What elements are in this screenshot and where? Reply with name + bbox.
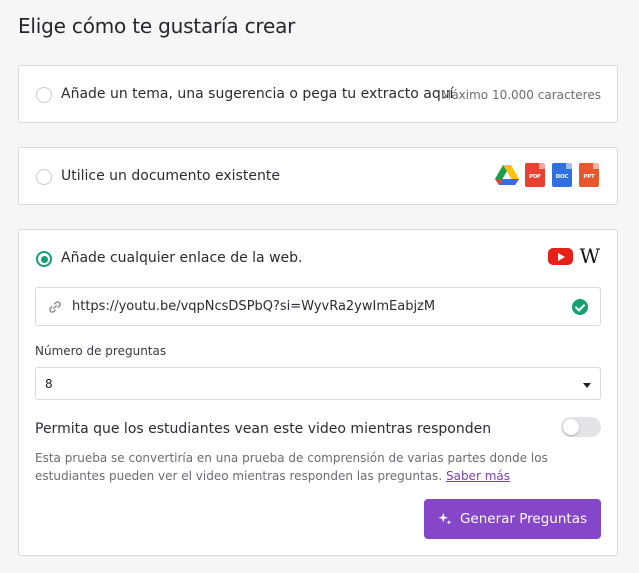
option-text-card[interactable]: Añade un tema, una sugerencia o pega tu … bbox=[18, 65, 618, 123]
option-text-radio[interactable] bbox=[36, 87, 52, 103]
doc-icon: DOC bbox=[552, 163, 572, 187]
question-count-select[interactable]: 8 bbox=[35, 367, 601, 400]
document-source-icons: PDF DOC PPT bbox=[495, 163, 599, 187]
generate-questions-button[interactable]: Generar Preguntas bbox=[424, 499, 601, 539]
learn-more-link[interactable]: Saber más bbox=[446, 469, 510, 483]
option-document-label: Utilice un documento existente bbox=[61, 168, 280, 184]
question-count-label: Número de preguntas bbox=[35, 344, 167, 358]
option-text-label: Añade un tema, una sugerencia o pega tu … bbox=[61, 86, 454, 102]
option-document-card[interactable]: Utilice un documento existente PDF DOC P… bbox=[18, 147, 618, 205]
video-visibility-toggle[interactable] bbox=[561, 417, 601, 437]
sparkle-icon bbox=[438, 512, 452, 525]
pdf-icon: PDF bbox=[525, 163, 545, 187]
option-link-radio[interactable] bbox=[36, 251, 52, 267]
link-icon bbox=[49, 301, 61, 313]
valid-check-icon bbox=[572, 299, 588, 315]
option-link-label: Añade cualquier enlace de la web. bbox=[61, 250, 303, 266]
question-count-value: 8 bbox=[45, 377, 53, 391]
wikipedia-icon: W bbox=[579, 244, 600, 268]
page-title: Elige cómo te gustaría crear bbox=[18, 14, 296, 38]
url-input[interactable] bbox=[72, 288, 552, 325]
character-limit-hint: Máximo 10.000 caracteres bbox=[440, 88, 601, 102]
ppt-icon: PPT bbox=[579, 163, 599, 187]
video-visibility-description: Esta prueba se convertiría en una prueba… bbox=[35, 449, 601, 485]
video-visibility-label: Permita que los estudiantes vean este vi… bbox=[35, 421, 492, 437]
option-document-radio[interactable] bbox=[36, 169, 52, 185]
option-link-card[interactable]: Añade cualquier enlace de la web. W Núme… bbox=[18, 229, 618, 556]
youtube-icon bbox=[548, 248, 574, 265]
url-field[interactable] bbox=[35, 287, 601, 326]
link-source-icons: W bbox=[548, 244, 600, 268]
chevron-down-icon bbox=[583, 383, 591, 388]
generate-questions-label: Generar Preguntas bbox=[459, 511, 588, 527]
google-drive-icon bbox=[495, 163, 519, 187]
